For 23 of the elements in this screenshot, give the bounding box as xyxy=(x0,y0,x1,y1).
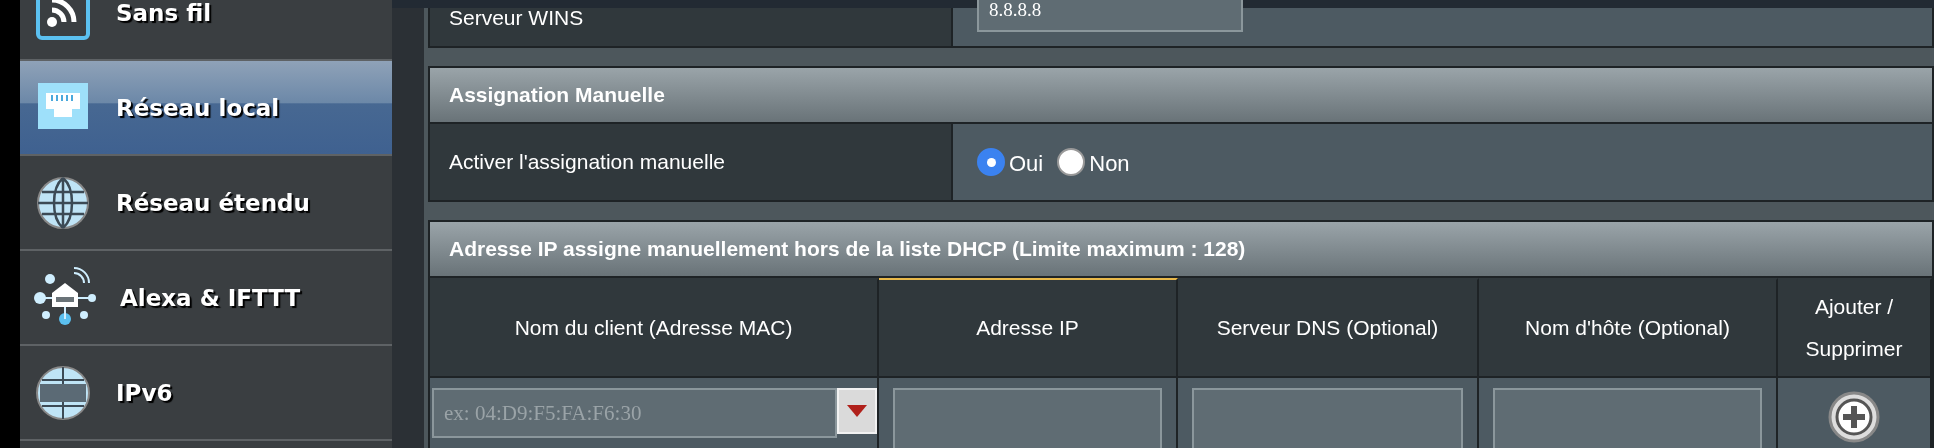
section-header: Assignation Manuelle xyxy=(430,68,1932,124)
mac-address-field[interactable]: ex: 04:D9:F5:FA:F6:30 xyxy=(432,388,838,438)
dns-server-field[interactable] xyxy=(1192,388,1463,448)
sidebar-item[interactable]: Sans fil xyxy=(20,0,392,61)
dropdown-button[interactable] xyxy=(837,388,877,434)
wins-server-field[interactable]: 8.8.8.8 xyxy=(977,0,1243,32)
sidebar-item[interactable]: Réseau local xyxy=(20,61,392,156)
column-header: Adresse IP xyxy=(879,278,1178,378)
field-label: Serveur WINS xyxy=(430,8,953,46)
radio-label[interactable]: Oui xyxy=(1009,151,1044,177)
column-header: Serveur DNS (Optional) xyxy=(1178,278,1479,378)
hostname-field[interactable] xyxy=(1493,388,1762,448)
column-header: Nom du client (Adresse MAC) xyxy=(430,278,879,378)
caret-icon xyxy=(847,405,868,417)
column-header: Nom d'hôte (Optional) xyxy=(1479,278,1778,378)
ip-address-field[interactable] xyxy=(893,388,1162,448)
section-header: Adresse IP assigne manuellement hors de la liste DHCP (Limite maximum : 128) xyxy=(430,222,1932,278)
add-icon[interactable] xyxy=(1827,390,1881,444)
radio-button[interactable] xyxy=(977,148,1005,176)
radio-label[interactable]: Non xyxy=(1089,151,1130,177)
radio-button[interactable] xyxy=(1057,148,1086,176)
field-label: Activer l'assignation manuelle xyxy=(430,124,953,200)
column-header: Ajouter / Supprimer xyxy=(1778,278,1932,378)
